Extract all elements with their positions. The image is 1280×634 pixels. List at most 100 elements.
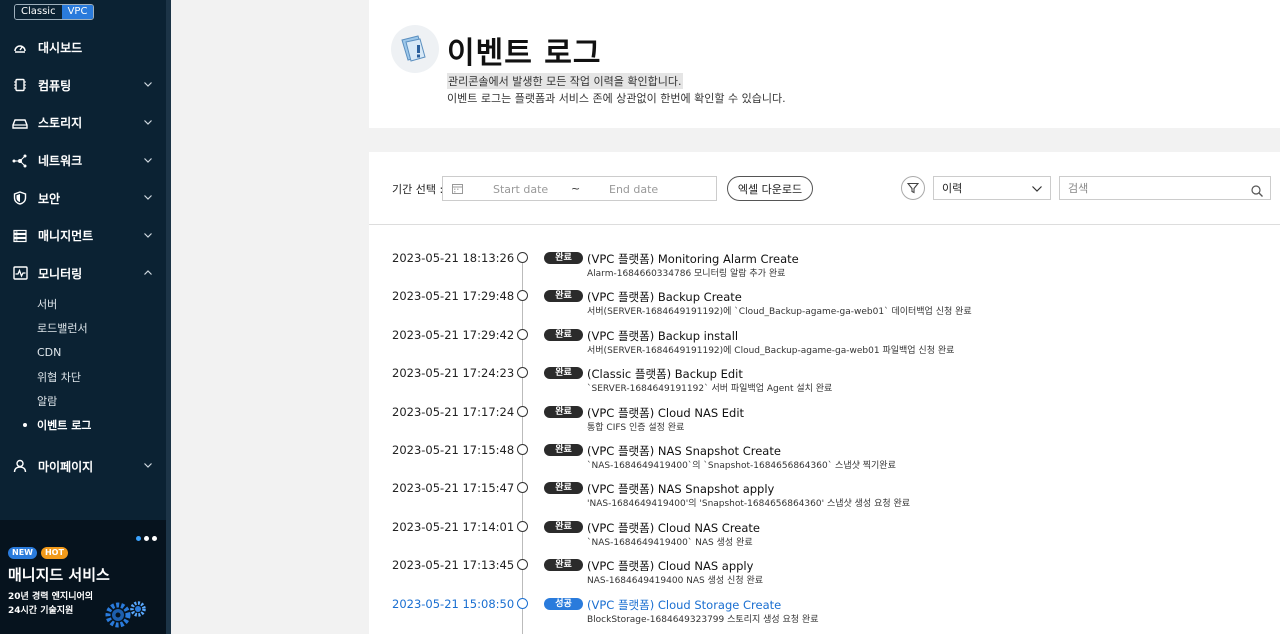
sidebar: Classic VPC 대시보드 컴퓨팅 스토리지 네트워크 보안 매니지먼트 … [0, 0, 171, 634]
calendar-icon[interactable] [452, 183, 463, 194]
timeline-dot [517, 405, 528, 417]
timeline-dot [517, 290, 528, 302]
chevron-down-icon [144, 193, 152, 203]
event-detail: Alarm-1684660334786 모니터링 알람 추가 완료 [587, 269, 786, 279]
sidebar-scrollbar[interactable] [166, 0, 171, 634]
sidebar-item-dashboard[interactable]: 대시보드 [0, 29, 166, 67]
event-time: 2023-05-21 17:13:45 [392, 558, 515, 573]
event-item[interactable]: 2023-05-21 18:13:26 완료 (VPC 플랫폼) Monitor… [369, 251, 1280, 289]
sidebar-item-label: 모니터링 [38, 266, 83, 281]
monitoring-icon [12, 265, 28, 281]
event-detail: `NAS-1684649419400` NAS 생성 완료 [587, 537, 753, 548]
status-badge: 완료 [544, 367, 583, 380]
search-box[interactable] [1059, 176, 1271, 200]
sidebar-subitem-cdn[interactable]: CDN [37, 341, 166, 365]
status-badge: 완료 [544, 482, 583, 495]
event-item[interactable]: 2023-05-21 17:29:42 완료 (VPC 플랫폼) Backup … [369, 328, 1280, 366]
sidebar-item-label: 네트워크 [38, 154, 83, 169]
search-input[interactable] [1060, 181, 1240, 195]
timeline-dot [517, 520, 528, 532]
event-title: (VPC 플랫폼) Cloud Storage Create [587, 597, 782, 612]
shield-icon [12, 190, 28, 206]
sidebar-subitem-server[interactable]: 서버 [37, 292, 166, 316]
event-title: (VPC 플랫폼) Backup install [587, 328, 739, 343]
sidebar-subitem-load-balancer[interactable]: 로드밸런서 [37, 316, 166, 340]
timeline-dot [517, 597, 528, 609]
start-date-input[interactable]: Start date [493, 183, 548, 196]
user-icon [12, 458, 28, 474]
timeline-dot [517, 328, 528, 340]
filter-icon [906, 179, 920, 198]
event-time: 2023-05-21 17:14:01 [392, 519, 515, 534]
event-title: (VPC 플랫폼) Cloud NAS Edit [587, 405, 745, 420]
event-detail: `SERVER-1684649191192` 서버 파일백업 Agent 설치 … [587, 384, 833, 395]
event-log-panel: 기간 선택 : Start date ~ End date 엑셀 다운로드 이력… [369, 152, 1280, 634]
event-detail: NAS-1684649419400 NAS 생성 신청 완료 [587, 576, 764, 587]
monitoring-submenu: 서버 로드밸런서 CDN 위협 차단 알람 이벤트 로그 [0, 292, 166, 437]
date-range-picker[interactable]: Start date ~ End date [442, 176, 717, 201]
event-item[interactable]: 2023-05-21 17:13:45 완료 (VPC 플랫폼) Cloud N… [369, 558, 1280, 596]
sidebar-item-management[interactable]: 매니지먼트 [0, 217, 166, 255]
sidebar-item-label: 마이페이지 [38, 459, 94, 474]
event-time: 2023-05-21 18:13:26 [392, 251, 515, 265]
timeline-dot [517, 482, 528, 494]
banner-desc-line: 24시간 기술지원 [8, 606, 74, 616]
chevron-down-icon [144, 461, 152, 471]
event-item[interactable]: 2023-05-21 17:15:47 완료 (VPC 플랫폼) NAS Sna… [369, 481, 1280, 519]
new-badge: NEW [8, 547, 37, 559]
event-item[interactable]: 2023-05-21 17:29:48 완료 (VPC 플랫폼) Backup … [369, 289, 1280, 327]
env-classic-option[interactable]: Classic [15, 5, 62, 19]
search-icon[interactable] [1251, 182, 1263, 201]
event-detail: 서버(SERVER-1684649191192)에 Cloud_Backup-a… [587, 345, 955, 356]
event-detail: 서버(SERVER-1684649191192)에 `Cloud_Backup-… [587, 307, 972, 318]
storage-icon [12, 115, 28, 131]
chevron-down-icon [144, 231, 152, 241]
status-badge: 완료 [544, 405, 583, 418]
excel-download-button[interactable]: 엑셀 다운로드 [727, 176, 813, 201]
event-time: 2023-05-21 17:15:48 [392, 443, 515, 457]
server-icon [12, 77, 28, 93]
event-time: 2023-05-21 15:08:50 [392, 596, 515, 611]
event-item[interactable]: 2023-05-21 17:24:23 완료 (Classic 플랫폼) Bac… [369, 366, 1280, 404]
event-item[interactable]: 2023-05-21 15:08:50 성공 (VPC 플랫폼) Cloud S… [369, 597, 1280, 634]
event-time: 2023-05-21 17:15:47 [392, 481, 515, 496]
banner-badges: NEW HOT [8, 547, 68, 559]
page-title: 이벤트 로그 [447, 36, 602, 71]
sidebar-item-monitoring[interactable]: 모니터링 [0, 255, 166, 293]
sidebar-subitem-event-log[interactable]: 이벤트 로그 [23, 413, 166, 437]
sidebar-item-label: 보안 [38, 191, 61, 206]
banner-pagination[interactable] [136, 536, 157, 541]
event-item[interactable]: 2023-05-21 17:15:48 완료 (VPC 플랫폼) NAS Sna… [369, 443, 1280, 481]
status-badge: 완료 [544, 559, 583, 572]
sidebar-item-computing[interactable]: 컴퓨팅 [0, 67, 166, 105]
sidebar-item-storage[interactable]: 스토리지 [0, 104, 166, 142]
sidebar-subitem-alarm[interactable]: 알람 [37, 389, 166, 413]
env-toggle[interactable]: Classic VPC [14, 4, 95, 20]
timeline-dot [517, 444, 528, 455]
event-title: (VPC 플랫폼) Backup Create [587, 290, 742, 305]
sidebar-item-network[interactable]: 네트워크 [0, 142, 166, 180]
timeline-dot [517, 252, 528, 263]
event-item[interactable]: 2023-05-21 17:17:24 완료 (VPC 플랫폼) Cloud N… [369, 405, 1280, 443]
status-badge: 완료 [544, 290, 583, 303]
banner-description: 20년 경력 엔지니어의 24시간 기술지원 [8, 590, 108, 618]
event-time: 2023-05-21 17:29:48 [392, 289, 515, 304]
managed-service-banner[interactable]: NEW HOT 매니지드 서비스 20년 경력 엔지니어의 24시간 기술지원 [0, 520, 166, 634]
event-title: (Classic 플랫폼) Backup Edit [587, 367, 743, 382]
sidebar-item-security[interactable]: 보안 [0, 179, 166, 217]
sidebar-menu: 대시보드 컴퓨팅 스토리지 네트워크 보안 매니지먼트 모니터링 서버 로드밸런… [0, 29, 166, 485]
event-title: (VPC 플랫폼) Monitoring Alarm Create [587, 252, 799, 266]
sidebar-subitem-threat-block[interactable]: 위협 차단 [37, 365, 166, 389]
env-vpc-option[interactable]: VPC [61, 5, 94, 19]
event-time: 2023-05-21 17:29:42 [392, 327, 515, 342]
filter-button[interactable] [901, 176, 925, 200]
event-detail: BlockStorage-1684649323799 스토리지 생성 요청 완료 [587, 614, 819, 625]
end-date-input[interactable]: End date [609, 183, 658, 196]
status-badge: 완료 [544, 328, 583, 341]
chevron-down-icon [144, 156, 152, 166]
sidebar-item-mypage[interactable]: 마이페이지 [0, 447, 166, 485]
sidebar-item-label: 매니지먼트 [38, 229, 94, 244]
log-type-select[interactable]: 이력 [933, 176, 1051, 200]
divider [369, 224, 1280, 225]
event-item[interactable]: 2023-05-21 17:14:01 완료 (VPC 플랫폼) Cloud N… [369, 520, 1280, 558]
